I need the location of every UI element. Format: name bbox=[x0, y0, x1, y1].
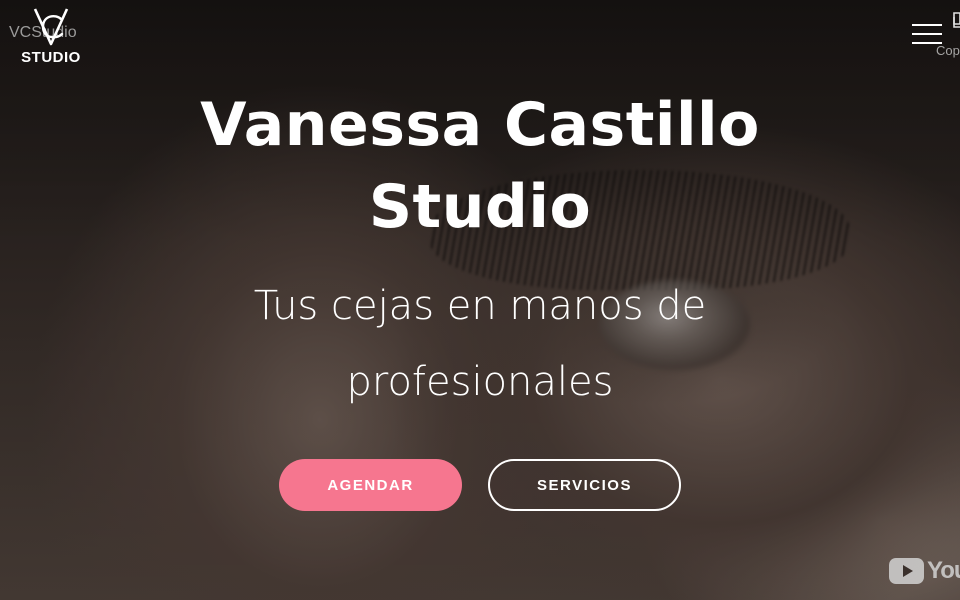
logo-word: STUDIO bbox=[21, 49, 81, 66]
copy-link-label[interactable]: Cop bbox=[936, 43, 960, 58]
youtube-brand[interactable]: YouT bbox=[889, 557, 960, 585]
hero-subtitle: Tus cejas en manos de profesionales bbox=[160, 268, 800, 420]
copy-link-icon[interactable] bbox=[952, 12, 960, 28]
hero-title-line1: Vanessa Castillo bbox=[200, 90, 760, 160]
youtube-play-icon bbox=[889, 558, 924, 584]
hero-title: Vanessa Castillo Studio bbox=[130, 84, 830, 248]
hero-subtitle-line1: Tus cejas en manos de bbox=[253, 283, 707, 329]
vc-monogram-icon bbox=[33, 8, 69, 46]
site-logo[interactable]: STUDIO bbox=[14, 6, 88, 72]
agendar-button[interactable]: AGENDAR bbox=[279, 459, 462, 511]
youtube-wordmark: YouT bbox=[927, 557, 960, 584]
hero-title-line2: Studio bbox=[368, 172, 592, 242]
hero-subtitle-line2: profesionales bbox=[346, 359, 614, 405]
servicios-button[interactable]: SERVICIOS bbox=[488, 459, 681, 511]
hamburger-icon bbox=[912, 24, 944, 44]
